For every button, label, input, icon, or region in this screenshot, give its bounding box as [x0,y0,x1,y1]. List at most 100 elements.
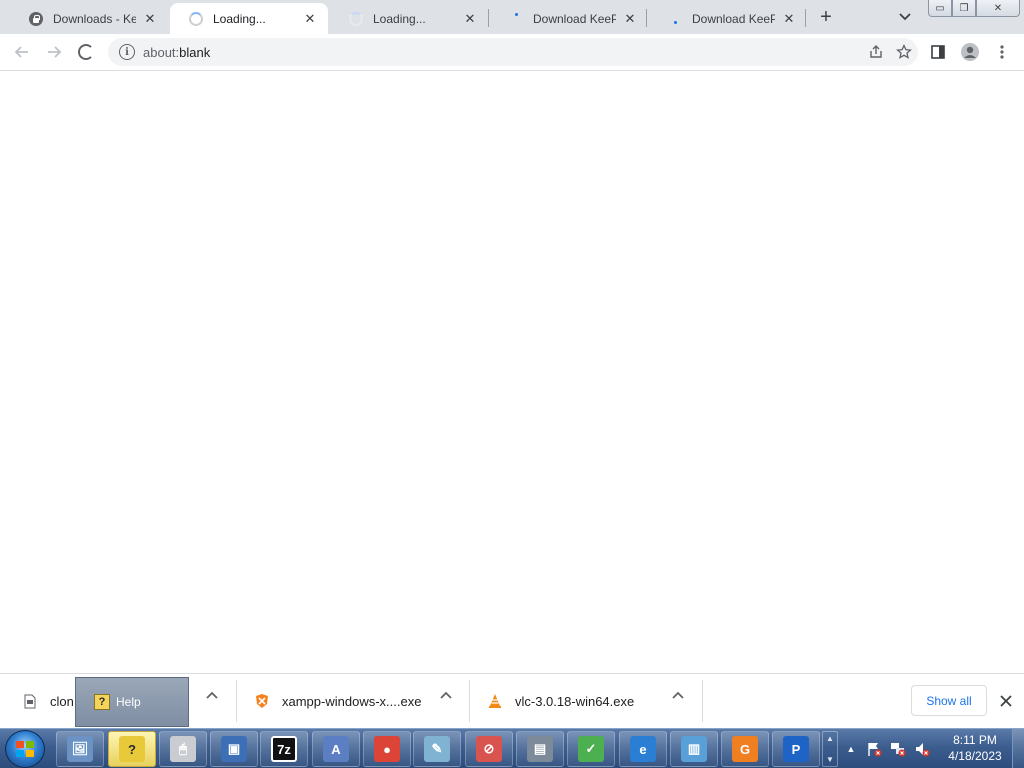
close-icon[interactable]: ✕ [781,11,797,27]
close-icon[interactable]: ✕ [622,11,638,27]
taskbar-app-vector-app[interactable]: A [312,731,360,767]
tab-loading-active[interactable]: Loading... ✕ [170,3,328,34]
url-scheme: about: [143,44,180,60]
windows-logo-icon [16,741,34,757]
taskbar-app-pdf-app[interactable]: G [721,731,769,767]
download-options-chevron[interactable] [666,684,690,706]
taskbar-app-blocked-app[interactable]: ⊘ [465,731,513,767]
help-taskbar-preview[interactable]: ? Help [75,677,189,727]
profile-icon [961,43,979,61]
show-all-downloads-button[interactable]: Show all [911,685,987,716]
download-separator [702,680,703,722]
url-text[interactable]: about:blank [143,45,862,60]
clock-time: 8:11 PM [953,733,997,747]
close-icon [1000,695,1012,707]
start-button[interactable] [5,730,45,768]
taskbar-app-archive-app[interactable]: ▤ [516,731,564,767]
side-panel-button[interactable] [924,38,952,66]
star-icon [896,44,912,59]
help-icon: ? [94,694,110,710]
file-icon [22,693,38,709]
download-item-xampp[interactable]: xampp-windows-x....exe [238,680,434,722]
show-desktop-button[interactable] [1012,729,1024,768]
tab-download-keepass-2[interactable]: Download KeePas ✕ [649,3,807,34]
menu-button[interactable] [988,38,1016,66]
show-hidden-icons-button[interactable]: ▲ [844,739,858,759]
system-clock[interactable]: 8:11 PM 4/18/2023 [940,732,1010,766]
new-tab-button[interactable]: + [812,5,840,29]
window-controls: ▭ ❐ ✕ [928,0,1020,18]
download-filename: clon [50,693,74,709]
close-download-shelf-button[interactable] [994,689,1018,713]
chrome-icon: ● [374,736,400,762]
vector-app-icon: A [323,736,349,762]
chevron-down-icon [899,13,911,21]
chevron-up-icon [672,691,684,699]
archive-app-icon: ▤ [527,736,553,762]
stop-loading-button[interactable] [72,38,100,66]
volume-muted-icon[interactable] [914,741,930,757]
help-and-support-icon: ? [119,736,145,762]
bookmark-button[interactable] [890,38,918,66]
minimize-button[interactable]: ▭ [928,0,952,17]
help-preview-label: Help [116,695,141,709]
restore-button[interactable]: ❐ [952,0,976,17]
taskbar-app-spreadsheet-editor[interactable]: ✓ [567,731,615,767]
tab-title: Loading... [373,11,426,26]
loading-icon [78,44,94,60]
forward-button[interactable] [40,38,68,66]
close-icon[interactable]: ✕ [302,11,318,27]
address-bar[interactable]: i about:blank [108,38,918,66]
windows-taskbar: 🖼? 🖱 ▣ 7z A ● ✎ ⊘ ▤ ✓ e ▥ G P ▲ ▼ ▲ 8:11 PM 4/18/2023 [0,728,1024,768]
blocked-app-icon: ⊘ [476,736,502,762]
mouse-settings-icon: 🖱 [170,736,196,762]
taskbar-app-remote-desktop[interactable]: ▥ [670,731,718,767]
taskbar-app-7zip[interactable]: 7z [260,731,308,767]
notepad-icon: ✎ [424,736,450,762]
kebab-menu-icon [1000,45,1004,59]
download-options-chevron[interactable] [434,684,458,706]
window-close-button[interactable]: ✕ [976,0,1020,17]
tab-downloads-keepass[interactable]: Downloads - KeeP ✕ [10,3,168,34]
profile-button[interactable] [956,38,984,66]
display-settings-icon: ▣ [221,736,247,762]
download-options-chevron[interactable] [200,684,224,706]
taskbar-app-notepad[interactable]: ✎ [413,731,461,767]
taskbar-app-p-app[interactable]: P [772,731,820,767]
taskbar-scroll[interactable]: ▲ ▼ [822,731,838,767]
taskbar-app-photo-viewer[interactable]: 🖼 [56,731,104,767]
forward-arrow-icon [48,46,62,58]
tab-separator [805,9,806,27]
tab-download-keepass-1[interactable]: Download KeePas ✕ [490,3,648,34]
download-filename: vlc-3.0.18-win64.exe [515,693,635,709]
tab-title: Download KeePas [533,11,616,26]
tab-strip: Downloads - KeeP ✕ Loading... ✕ Loading.… [0,0,1024,34]
side-panel-icon [931,45,945,59]
close-icon[interactable]: ✕ [142,11,158,27]
remote-desktop-icon: ▥ [681,736,707,762]
browser-toolbar: i about:blank [0,34,1024,71]
taskbar-app-mouse-settings[interactable]: 🖱 [159,731,207,767]
network-icon[interactable] [890,741,906,757]
tab-separator [646,9,647,27]
tab-search-button[interactable] [892,5,918,29]
chevron-up-icon [206,691,218,699]
share-button[interactable] [862,38,890,66]
page-content [0,71,1024,673]
tab-loading[interactable]: Loading... ✕ [330,3,488,34]
taskbar-app-help-and-support[interactable]: ? [108,731,156,767]
download-separator [469,680,470,722]
tab-separator [488,9,489,27]
back-button[interactable] [8,38,36,66]
action-center-flag-icon[interactable] [866,741,882,757]
close-icon[interactable]: ✕ [462,11,478,27]
loading-spinner-icon [188,11,204,27]
taskbar-app-chrome[interactable]: ● [363,731,411,767]
taskbar-app-display-settings[interactable]: ▣ [210,731,258,767]
info-icon[interactable]: i [119,44,135,60]
vlc-icon [487,693,503,709]
download-item-vlc[interactable]: vlc-3.0.18-win64.exe [471,680,667,722]
pdf-app-icon: G [732,736,758,762]
spreadsheet-editor-icon: ✓ [578,736,604,762]
taskbar-app-internet-explorer[interactable]: e [619,731,667,767]
